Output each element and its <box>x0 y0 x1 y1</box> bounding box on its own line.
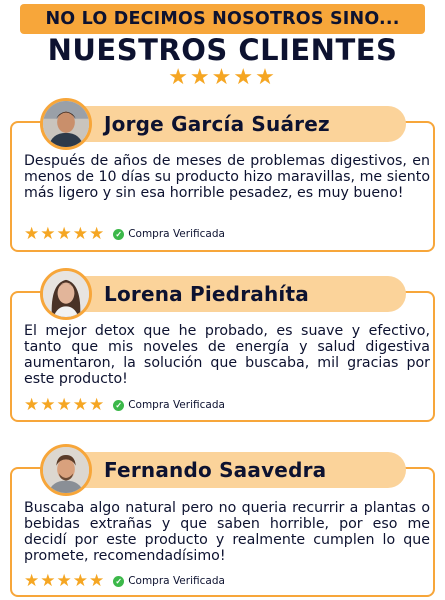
rating-stars: ★★★★★ <box>24 224 106 243</box>
banner-text: NO LO DECIMOS NOSOTROS SINO... <box>45 9 400 29</box>
check-icon: ✓ <box>113 399 125 411</box>
man-avatar-icon <box>40 98 92 150</box>
review-rating: ★★★★★ ✓ Compra Verificada <box>24 225 225 243</box>
reviewer-name-pill: Lorena Piedrahíta <box>58 276 406 312</box>
reviewer-name: Fernando Saavedra <box>104 458 327 482</box>
review-rating: ★★★★★ ✓ Compra Verificada <box>24 396 225 414</box>
review-rating: ★★★★★ ✓ Compra Verificada <box>24 572 225 590</box>
header-banner: NO LO DECIMOS NOSOTROS SINO... <box>20 4 425 34</box>
rating-stars: ★★★★★ <box>24 395 106 414</box>
rating-stars: ★★★★★ <box>24 571 106 590</box>
reviewer-name: Lorena Piedrahíta <box>104 282 309 306</box>
review-text: Después de años de meses de problemas di… <box>24 153 430 201</box>
man-avatar-icon <box>40 444 92 496</box>
reviewer-name-pill: Jorge García Suárez <box>58 106 406 142</box>
header-stars: ★★★★★ <box>168 64 277 89</box>
woman-avatar-icon <box>40 268 92 320</box>
review-text: Buscaba algo natural pero no queria recu… <box>24 500 430 564</box>
verified-label: Compra Verificada <box>128 399 225 411</box>
reviewer-name: Jorge García Suárez <box>104 112 330 136</box>
reviewer-name-pill: Fernando Saavedra <box>58 452 406 488</box>
page-title: NUESTROS CLIENTES <box>47 33 398 67</box>
check-icon: ✓ <box>113 575 125 587</box>
verified-label: Compra Verificada <box>128 228 225 240</box>
review-text: El mejor detox que he probado, es suave … <box>24 323 430 387</box>
verified-label: Compra Verificada <box>128 575 225 587</box>
check-icon: ✓ <box>113 228 125 240</box>
